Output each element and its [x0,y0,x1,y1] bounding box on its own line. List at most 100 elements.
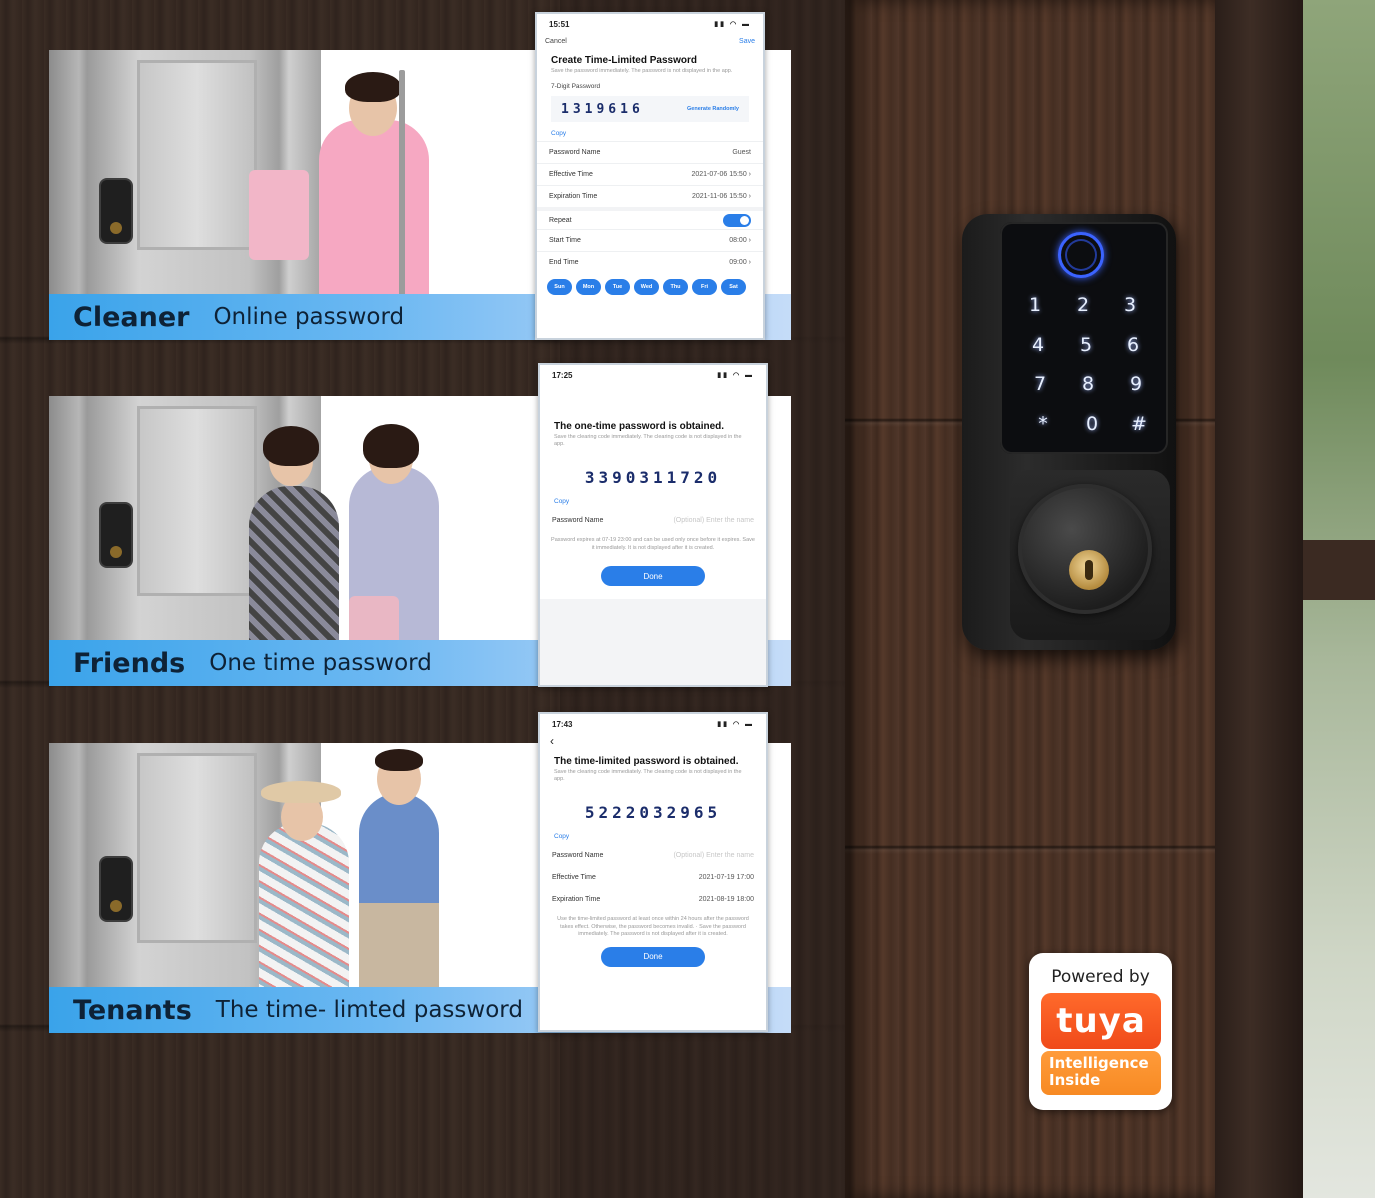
status-bar: 17:43 ▮▮ ◠ ▬ [540,714,766,734]
copy-link[interactable]: Copy [540,494,766,509]
settings-row[interactable]: Password Name Guest [537,141,763,163]
day-chip[interactable]: Fri [692,279,717,296]
day-chip[interactable]: Sun [547,279,572,296]
status-bar: 17:25 ▮▮ ◠ ▬ [540,365,766,385]
tagline-line-1: Intelligence [1049,1054,1149,1072]
row-label: Effective Time [552,873,596,881]
password-name-row[interactable]: Password Name (Optional) Enter the name [540,844,766,866]
save-button[interactable]: Save [739,38,755,45]
status-time: 17:25 [552,370,573,380]
generate-randomly-button[interactable]: Generate Randomly [687,106,739,112]
settings-row[interactable]: End Time 09:00 › [537,251,763,273]
row-label: Start Time [549,237,581,245]
phone-screen-create-password: 15:51 ▮▮ ◠ ▬ Cancel Save Create Time-Lim… [535,12,765,340]
done-button[interactable]: Done [601,566,705,587]
shopping-bag [349,596,399,646]
day-chip[interactable]: Tue [605,279,630,296]
role-description: One time password [209,650,432,676]
powered-by-text: Powered by [1051,967,1150,987]
friends-people-image [229,406,469,646]
tenant-man [359,793,439,993]
done-button[interactable]: Done [601,946,705,967]
keypad-key[interactable]: 8 [1073,369,1103,399]
apron-figure [319,120,429,300]
expiry-note: Password expires at 07-19 23:00 and can … [551,537,755,551]
door-jamb [1215,0,1303,1198]
hair [375,749,423,771]
tuya-logo: tuya [1041,993,1161,1049]
keypad-key[interactable]: * [1028,409,1058,439]
tuya-tagline: Intelligence Inside [1041,1051,1161,1095]
keypad-key[interactable]: 1 [1020,290,1050,320]
day-chip[interactable]: Thu [663,279,688,296]
keypad-key[interactable]: 4 [1023,330,1053,360]
keypad-key[interactable]: 2 [1068,290,1098,320]
row-label: Password Name [549,149,601,157]
cleaner-person-image [249,60,509,300]
row-label: Expiration Time [552,895,601,903]
mini-lock-image [101,504,131,566]
screen-title: Create Time-Limited Password [551,55,697,66]
phone-screen-time-limited-password: 17:43 ▮▮ ◠ ▬ ‹ The time-limited password… [538,712,768,1032]
password-field[interactable]: 1319616 Generate Randomly [551,96,749,123]
settings-row[interactable]: Expiration Time 2021-11-06 15:50 › [537,185,763,207]
day-chip[interactable]: Wed [634,279,659,296]
keypad-key[interactable]: 5 [1071,330,1101,360]
day-chip[interactable]: Mon [576,279,601,296]
row-label: Repeat [549,216,572,224]
password-display: 3390311720 [554,464,752,491]
hair [263,426,319,466]
keypad-key[interactable]: 7 [1025,369,1055,399]
cancel-button[interactable]: Cancel [545,38,567,45]
role-description: Online password [213,304,405,330]
status-time: 17:43 [552,719,573,729]
tenant-woman [259,823,349,993]
hair [363,424,419,468]
tagline-line-2: Inside [1049,1071,1101,1089]
status-icons: ▮▮ ◠ ▬ [714,21,751,28]
keyway [1085,560,1093,580]
friend-one [249,486,339,646]
mop-handle [399,70,405,300]
row-value: 08:00 › [729,237,751,245]
row-value: Guest [732,149,751,157]
tenants-people-image [239,749,479,993]
day-chip[interactable]: Sat [721,279,746,296]
password-display: 5222032965 [554,799,752,826]
code-label: 7-Digit Password [551,83,601,91]
keypad-key[interactable]: 3 [1115,290,1145,320]
name-placeholder: (Optional) Enter the name [673,851,754,859]
weekday-selector: Sun Mon Tue Wed Thu Fri Sat [537,273,763,301]
hair [345,72,401,102]
screen-title: The one-time password is obtained. [554,421,725,432]
row-value: 2021-07-06 15:50 › [691,171,751,179]
name-placeholder: (Optional) Enter the name [673,516,754,524]
copy-link[interactable]: Copy [537,126,763,141]
password-name-row[interactable]: Password Name (Optional) Enter the name [540,509,766,531]
window-frame [1303,540,1375,600]
screen-subtitle: Save the password immediately. The passw… [551,68,733,74]
deadbolt-knob [1018,484,1152,614]
usage-note: Use the time-limited password at least o… [557,916,749,938]
keypad-key[interactable]: 0 [1077,409,1107,439]
mini-lock-image [101,858,131,920]
screen-subtitle: Save the clearing code immediately. The … [554,769,742,783]
repeat-row: Repeat [537,207,763,229]
fingerprint-sensor-icon[interactable] [1058,232,1104,278]
keypad-key[interactable]: # [1124,409,1154,439]
copy-link[interactable]: Copy [540,829,766,844]
role-description: The time- limted password [215,997,523,1023]
status-time: 15:51 [549,19,570,29]
row-label: Password Name [552,516,604,524]
password-code: 3390311720 [584,467,722,487]
back-button[interactable]: ‹ [540,734,766,748]
keypad-key[interactable]: 9 [1121,369,1151,399]
keypad-key[interactable]: 6 [1118,330,1148,360]
settings-row: Expiration Time 2021-08-19 18:00 [540,888,766,910]
repeat-toggle[interactable] [723,213,751,227]
row-label: Expiration Time [549,193,598,201]
role-label: Tenants [73,994,192,1026]
settings-row[interactable]: Start Time 08:00 › [537,229,763,251]
settings-row[interactable]: Effective Time 2021-07-06 15:50 › [537,163,763,185]
mini-lock-image [101,180,131,242]
